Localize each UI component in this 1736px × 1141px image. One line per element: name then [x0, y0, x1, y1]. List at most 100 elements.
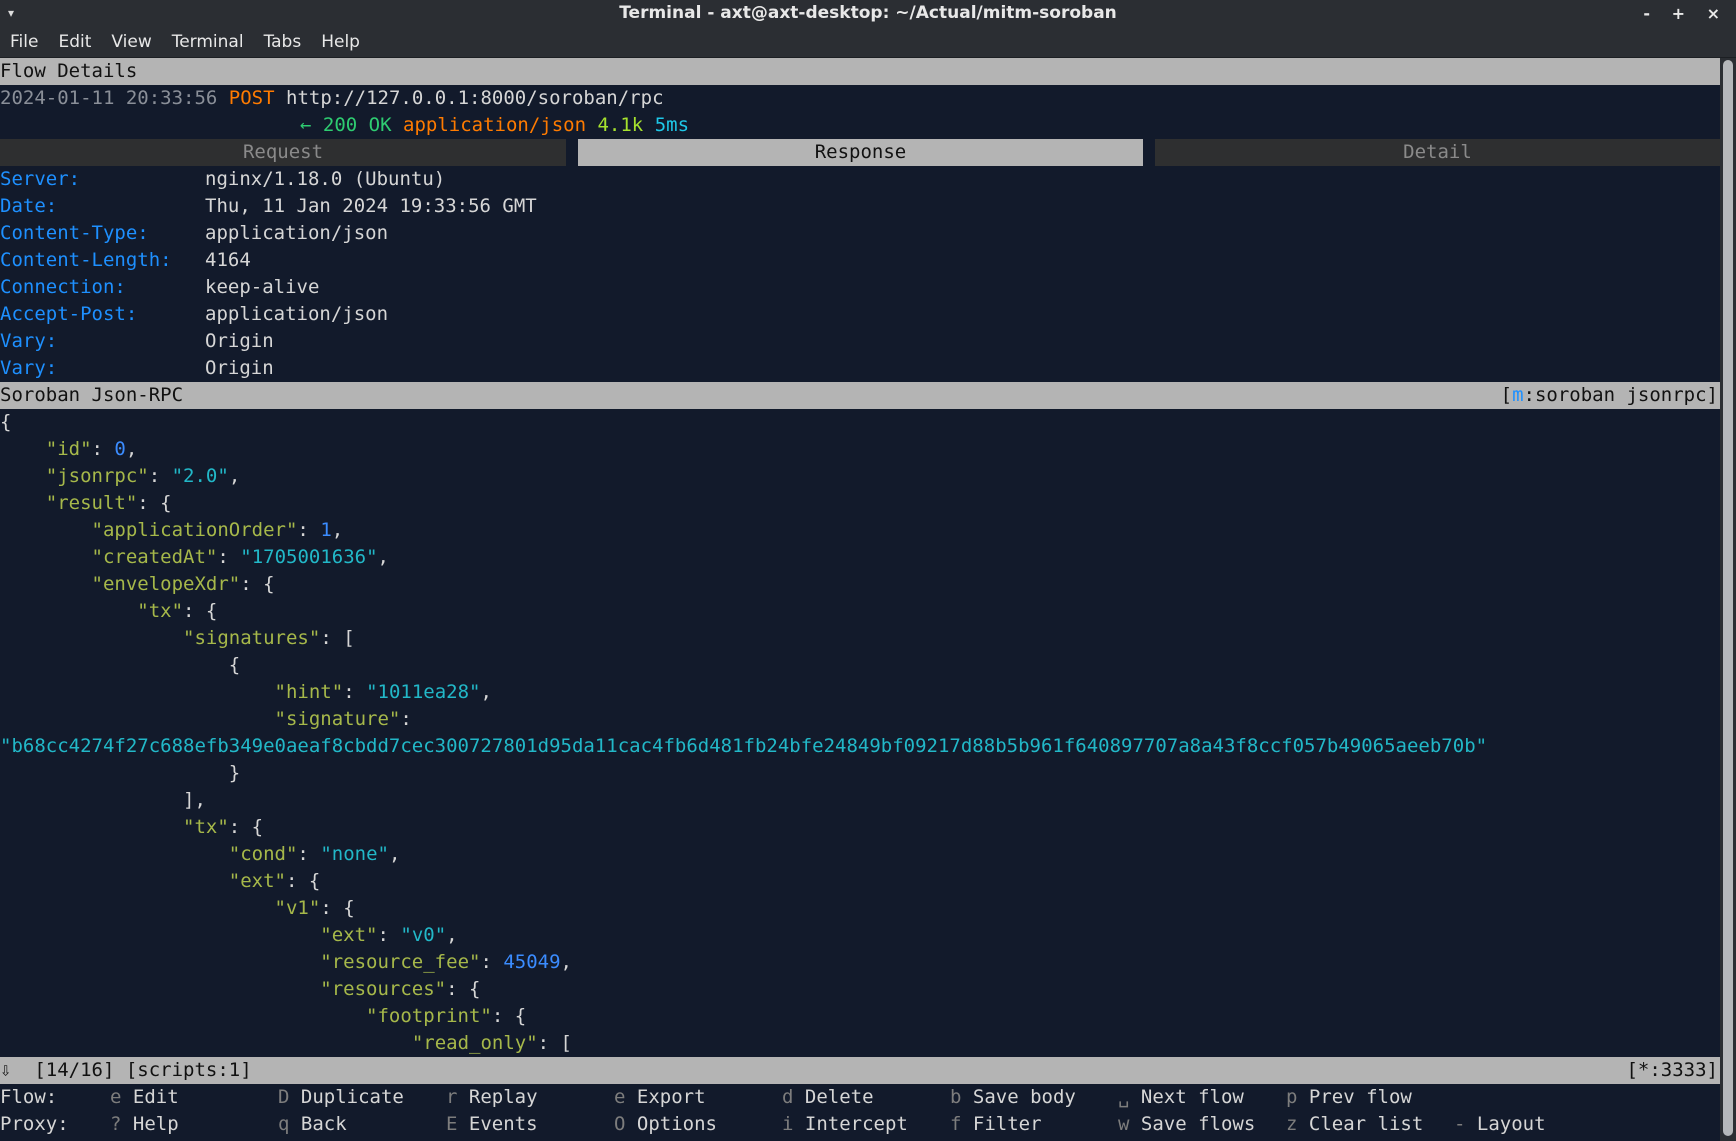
json-token: : [217, 546, 241, 568]
keybinding-key: e [614, 1086, 626, 1108]
keybinding-item[interactable]: d Delete [782, 1084, 950, 1111]
keybinding-item[interactable]: e Edit [110, 1084, 278, 1111]
flow-time: 5ms [654, 114, 690, 136]
json-token: , [331, 519, 344, 541]
header-value: nginx/1.18.0 (Ubuntu) [205, 168, 446, 190]
json-token: : [377, 924, 401, 946]
keybinding-item[interactable]: r Replay [446, 1084, 614, 1111]
keybinding-label: Options [625, 1113, 717, 1135]
json-token: ], [0, 789, 206, 811]
json-token: "id" [45, 438, 92, 460]
keybinding-item[interactable]: ␣ Next flow [1118, 1084, 1286, 1111]
json-token: 1 [320, 519, 332, 541]
json-token: , [480, 681, 492, 703]
json-token: "hint" [274, 681, 344, 703]
keybinding-label: Layout [1465, 1113, 1546, 1135]
header-key: Connection: [0, 276, 126, 298]
json-token: , [446, 924, 458, 946]
status-left: ⇩ [14/16] [scripts:1] [0, 1059, 252, 1081]
keybinding-label: Export [625, 1086, 706, 1108]
header-value: application/json [205, 222, 389, 244]
keybinding-key: ␣ [1118, 1086, 1130, 1108]
keybinding-item[interactable]: e Export [614, 1084, 782, 1111]
window-controls[interactable]: - + × [1643, 0, 1728, 27]
keybinding-item[interactable]: w Save flows [1118, 1111, 1286, 1138]
keybinding-item[interactable]: ? Help [110, 1111, 278, 1138]
json-token: , [560, 951, 572, 973]
menu-terminal[interactable]: Terminal [162, 32, 254, 52]
json-line: "footprint": { [0, 1003, 1720, 1030]
keybinding-item[interactable]: - Layout [1454, 1111, 1622, 1138]
header-value: Origin [205, 330, 274, 352]
json-token: "tx" [183, 816, 229, 838]
header-key: Server: [0, 168, 81, 190]
keybinding-item[interactable]: b Save body [950, 1084, 1118, 1111]
json-token: : [ [320, 627, 355, 649]
header-row: Vary: Origin [0, 328, 1720, 355]
view-mode[interactable]: [m:soroban jsonrpc] [1501, 382, 1718, 409]
json-token: "cond" [228, 843, 298, 865]
json-token: , [388, 843, 401, 865]
keybinding-key: p [1286, 1086, 1298, 1108]
keybinding-key: q [278, 1113, 290, 1135]
header-key: Vary: [0, 330, 58, 352]
keybinding-item[interactable]: i Intercept [782, 1111, 950, 1138]
json-token: "resources" [320, 978, 447, 1000]
keybinding-label: Prev flow [1297, 1086, 1412, 1108]
flow-size: 4.1k [597, 114, 644, 136]
keybinding-item[interactable]: f Filter [950, 1111, 1118, 1138]
json-token: "resource_fee" [320, 951, 481, 973]
json-line: "ext": { [0, 868, 1720, 895]
json-token: "createdAt" [91, 546, 218, 568]
json-line: "signature": [0, 706, 1720, 733]
flow-details-title: Flow Details [0, 58, 1720, 85]
keybinding-item[interactable]: D Duplicate [278, 1084, 446, 1111]
window-menu-icon[interactable]: ▾ [8, 0, 14, 27]
tab-detail[interactable]: Detail [1155, 139, 1720, 166]
tab-response[interactable]: Response [578, 139, 1143, 166]
keybinding-item[interactable]: q Back [278, 1111, 446, 1138]
menu-help[interactable]: Help [311, 32, 370, 52]
scrollbar-thumb[interactable] [1723, 60, 1733, 1136]
keybinding-item[interactable]: z Clear list [1286, 1111, 1454, 1138]
json-line: "createdAt": "1705001636", [0, 544, 1720, 571]
header-key: Vary: [0, 357, 58, 379]
keybinding-item[interactable]: E Events [446, 1111, 614, 1138]
menu-view[interactable]: View [101, 32, 161, 52]
menu-edit[interactable]: Edit [48, 32, 101, 52]
menu-tabs[interactable]: Tabs [254, 32, 312, 52]
keybinding-label: Save flows [1129, 1113, 1256, 1135]
terminal-area[interactable]: Flow Details 2024-01-11 20:33:56 POST ht… [0, 58, 1720, 1141]
json-line: "tx": { [0, 598, 1720, 625]
json-token: : { [137, 492, 172, 514]
keybinding-key: E [446, 1113, 458, 1135]
json-token: "read_only" [411, 1032, 538, 1054]
response-headers: Server: nginx/1.18.0 (Ubuntu) Date: Thu, 11… [0, 166, 1720, 382]
json-token: : [297, 519, 321, 541]
footer-row: Flow: e Edit D Duplicate r Replay e Export d … [0, 1084, 1720, 1111]
flow-status: 200 OK [322, 114, 392, 136]
menu-file[interactable]: File [0, 32, 48, 52]
json-line: "signatures": [ [0, 625, 1720, 652]
flow-method: POST [228, 87, 275, 109]
header-value: 4164 [205, 249, 251, 271]
header-row: Accept-Post: application/json [0, 301, 1720, 328]
json-line: "jsonrpc": "2.0", [0, 463, 1720, 490]
keybinding-label: Clear list [1297, 1113, 1424, 1135]
json-token: "result" [45, 492, 138, 514]
scrollbar[interactable] [1720, 58, 1736, 1141]
json-token: : { [183, 600, 218, 622]
keybinding-item[interactable]: O Options [614, 1111, 782, 1138]
json-token: } [0, 762, 241, 784]
json-body[interactable]: { "id": 0, "jsonrpc": "2.0", "result": {… [0, 409, 1720, 1057]
tab-request[interactable]: Request [0, 139, 566, 166]
keybinding-item[interactable]: p Prev flow [1286, 1084, 1454, 1111]
